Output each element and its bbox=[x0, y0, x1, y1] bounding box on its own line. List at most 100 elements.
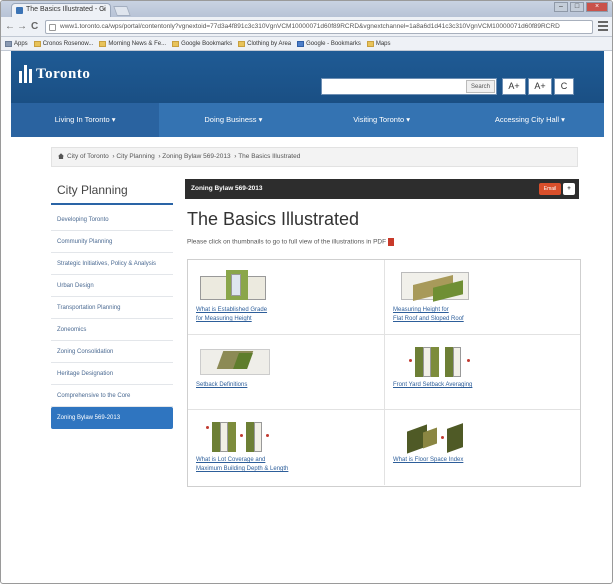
sidebar-item-strategic-initiatives[interactable]: Strategic Initiatives, Policy & Analysis bbox=[51, 253, 173, 275]
folder-icon bbox=[99, 40, 107, 47]
maximize-button[interactable]: □ bbox=[570, 2, 584, 12]
nav-visiting-toronto[interactable]: Visiting Toronto ▾ bbox=[308, 103, 456, 137]
breadcrumb-zoning[interactable]: Zoning Bylaw 569-2013 bbox=[162, 153, 230, 160]
sidebar-item-zoning-consolidation[interactable]: Zoning Consolidation bbox=[51, 341, 173, 363]
sidebar-title: City Planning bbox=[51, 179, 173, 205]
google-icon bbox=[297, 40, 305, 47]
note-text: Please click on thumbnails to go to full… bbox=[187, 238, 387, 246]
apps-icon bbox=[5, 40, 12, 47]
tab-close-icon[interactable]: × bbox=[101, 4, 106, 16]
sidebar-item-transportation-planning[interactable]: Transportation Planning bbox=[51, 297, 173, 319]
bookmark-item[interactable]: Cronos Rosenow... bbox=[33, 40, 94, 47]
site-header: Toronto Search A+ A+ C bbox=[11, 51, 604, 103]
sidebar-item-comprehensive[interactable]: Comprehensive to the Core bbox=[51, 385, 173, 407]
page-icon bbox=[49, 24, 56, 31]
new-tab-button[interactable] bbox=[113, 6, 131, 16]
illustration-item[interactable]: Measuring Height for Flat Roof and Slope… bbox=[384, 260, 580, 335]
url-text: www1.toronto.ca/wps/portal/contentonly?v… bbox=[60, 23, 560, 30]
illustration-caption[interactable]: Measuring Height for Flat Roof and Slope… bbox=[393, 306, 464, 324]
bookmark-apps[interactable]: Apps bbox=[5, 40, 28, 47]
illustrations-grid: What is Established Grade for Measuring … bbox=[187, 259, 581, 487]
lot-coverage-illustration-thumb[interactable] bbox=[196, 416, 272, 454]
tab-title: The Basics Illustrated - Ci bbox=[26, 6, 106, 13]
search-button[interactable]: Search bbox=[465, 80, 495, 93]
window-controls: – □ × bbox=[554, 2, 608, 12]
breadcrumb-current: The Basics Illustrated bbox=[238, 153, 301, 160]
grade-illustration-thumb[interactable] bbox=[196, 266, 272, 304]
reload-button[interactable]: C bbox=[31, 21, 38, 33]
bookmark-label: Maps bbox=[375, 40, 391, 47]
tab-strip: The Basics Illustrated - Ci × – □ × bbox=[1, 1, 612, 17]
increase-font-button[interactable]: A+ bbox=[502, 78, 526, 95]
illustration-item[interactable]: What is Lot Coverage and Maximum Buildin… bbox=[188, 410, 384, 485]
illustration-item[interactable]: What is Floor Space Index bbox=[384, 410, 580, 485]
illustration-item[interactable]: What is Established Grade for Measuring … bbox=[188, 260, 384, 335]
menu-icon[interactable] bbox=[598, 21, 608, 31]
zoning-bar-title: Zoning Bylaw 569-2013 bbox=[191, 185, 263, 192]
email-button[interactable]: Email bbox=[539, 183, 561, 195]
share-button[interactable]: + bbox=[563, 183, 575, 195]
minimize-button[interactable]: – bbox=[554, 2, 568, 12]
bookmark-label: Clothing by Area bbox=[247, 40, 292, 47]
folder-icon bbox=[238, 40, 246, 47]
page-title: The Basics Illustrated bbox=[187, 209, 360, 229]
bookmark-item[interactable]: Morning News & Fe... bbox=[99, 40, 167, 47]
bookmark-item[interactable]: Google - Bookmarks bbox=[297, 40, 361, 47]
home-icon[interactable] bbox=[58, 153, 64, 160]
sidebar-item-community-planning[interactable]: Community Planning bbox=[51, 231, 173, 253]
main-nav: Living In Toronto ▾ Doing Business ▾ Vis… bbox=[11, 103, 604, 137]
sidebar-item-heritage[interactable]: Heritage Designation bbox=[51, 363, 173, 385]
front-yard-illustration-thumb[interactable] bbox=[393, 341, 470, 379]
illustration-caption[interactable]: What is Lot Coverage and Maximum Buildin… bbox=[196, 456, 288, 474]
browser-window: The Basics Illustrated - Ci × – □ × ← → … bbox=[0, 0, 613, 584]
illustration-caption[interactable]: What is Floor Space Index bbox=[393, 456, 463, 465]
bookmark-label: Google - Bookmarks bbox=[306, 40, 361, 47]
logo-text: Toronto bbox=[36, 66, 91, 82]
bookmark-label: Apps bbox=[14, 40, 28, 47]
search-input[interactable]: Search bbox=[321, 78, 497, 95]
page-note: Please click on thumbnails to go to full… bbox=[187, 238, 395, 246]
browser-toolbar: ← → C www1.toronto.ca/wps/portal/content… bbox=[1, 17, 612, 37]
bookmark-label: Google Bookmarks bbox=[181, 40, 233, 47]
close-window-button[interactable]: × bbox=[586, 2, 608, 12]
sidebar: City Planning Developing Toronto Communi… bbox=[51, 179, 173, 429]
height-illustration-thumb[interactable] bbox=[393, 266, 469, 304]
illustration-item[interactable]: Front Yard Setback Averaging bbox=[384, 335, 580, 410]
sidebar-item-developing-toronto[interactable]: Developing Toronto bbox=[51, 209, 173, 231]
breadcrumb: City of Toronto › City Planning › Zoning… bbox=[51, 147, 578, 167]
illustration-caption[interactable]: Front Yard Setback Averaging bbox=[393, 381, 472, 390]
bookmark-item[interactable]: Google Bookmarks bbox=[172, 40, 233, 47]
illustration-caption[interactable]: What is Established Grade for Measuring … bbox=[196, 306, 267, 324]
back-button[interactable]: ← bbox=[5, 21, 15, 33]
bookmark-label: Cronos Rosenow... bbox=[42, 40, 94, 47]
nav-living-in-toronto[interactable]: Living In Toronto ▾ bbox=[11, 103, 160, 137]
floor-space-illustration-thumb[interactable] bbox=[393, 416, 469, 454]
bookmark-item[interactable]: Clothing by Area bbox=[238, 40, 292, 47]
favicon-icon bbox=[16, 7, 23, 14]
folder-icon bbox=[366, 40, 374, 47]
setback-illustration-thumb[interactable] bbox=[196, 341, 272, 379]
illustration-item[interactable]: Setback Definitions bbox=[188, 335, 384, 410]
city-hall-icon bbox=[19, 65, 33, 83]
illustration-caption[interactable]: Setback Definitions bbox=[196, 381, 247, 390]
browser-tab[interactable]: The Basics Illustrated - Ci × bbox=[11, 3, 111, 17]
pdf-icon bbox=[388, 238, 395, 246]
sidebar-item-zoning-bylaw[interactable]: Zoning Bylaw 569-2013 bbox=[51, 407, 173, 429]
breadcrumb-city[interactable]: City of Toronto bbox=[67, 153, 109, 160]
breadcrumb-city-planning[interactable]: City Planning bbox=[116, 153, 154, 160]
nav-accessing-city-hall[interactable]: Accessing City Hall ▾ bbox=[456, 103, 604, 137]
bookmark-item[interactable]: Maps bbox=[366, 40, 391, 47]
nav-doing-business[interactable]: Doing Business ▾ bbox=[159, 103, 307, 137]
bookmarks-bar: Apps Cronos Rosenow... Morning News & Fe… bbox=[1, 37, 612, 51]
address-bar[interactable]: www1.toronto.ca/wps/portal/contentonly?v… bbox=[45, 20, 593, 34]
folder-icon bbox=[33, 40, 41, 47]
toronto-logo[interactable]: Toronto bbox=[19, 65, 90, 83]
forward-button[interactable]: → bbox=[17, 21, 27, 33]
zoning-bylaw-bar: Zoning Bylaw 569-2013 Email + bbox=[185, 179, 579, 199]
folder-icon bbox=[172, 40, 180, 47]
sidebar-item-zoneomics[interactable]: Zoneomics bbox=[51, 319, 173, 341]
reset-font-button[interactable]: C bbox=[554, 78, 574, 95]
bookmark-label: Morning News & Fe... bbox=[108, 40, 167, 47]
sidebar-item-urban-design[interactable]: Urban Design bbox=[51, 275, 173, 297]
decrease-font-button[interactable]: A+ bbox=[528, 78, 552, 95]
